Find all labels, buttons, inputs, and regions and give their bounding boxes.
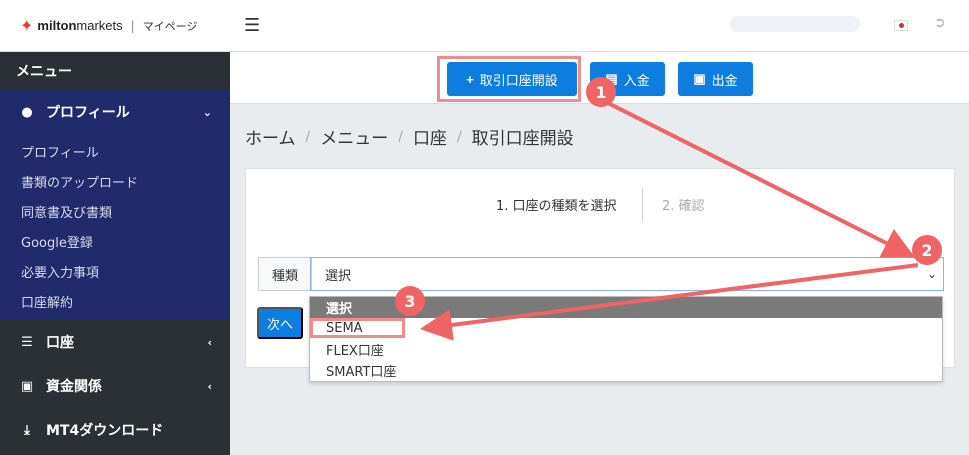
japan-flag-icon[interactable] (894, 20, 908, 31)
step-2: 2. 確認 (662, 199, 705, 214)
submenu-item-close-account[interactable]: 口座解約 (0, 286, 230, 316)
logo-subtitle: マイページ (142, 19, 198, 33)
hamburger-icon[interactable]: ☰ (244, 15, 260, 36)
sidebar-item-label: プロフィール (46, 105, 130, 121)
milton-logo-icon: ✦ (20, 16, 34, 35)
user-name-blurred (730, 16, 860, 32)
step-1: 1. 口座の種類を選択 (496, 199, 617, 214)
sidebar-item-label: 口座 (46, 335, 74, 351)
user-icon: ● (21, 104, 33, 120)
type-label: 種類 (258, 257, 312, 291)
menu-header: メニュー (16, 64, 72, 80)
withdraw-label: 出金 (711, 72, 738, 88)
breadcrumb-account[interactable]: 口座 (413, 124, 447, 149)
highlight-sema (310, 318, 405, 338)
option-smart[interactable]: SMART口座 (310, 360, 942, 381)
brand-logo[interactable]: miltonmarkets (37, 18, 122, 33)
submenu-item-profile[interactable]: プロフィール (0, 136, 230, 166)
list-icon: ☰ (21, 334, 33, 350)
chevron-down-icon: ⌄ (926, 267, 937, 281)
download-icon: ⤓ (24, 422, 30, 438)
submenu-item-upload[interactable]: 書類のアップロード (0, 166, 230, 196)
breadcrumb-menu[interactable]: メニュー (320, 124, 388, 149)
sidebar-item-mt4[interactable]: ⤓ MT4ダウンロード (0, 408, 230, 452)
logout-icon[interactable]: ➲ (934, 15, 946, 31)
annotation-badge-3: 3 (395, 286, 425, 316)
sidebar-item-account[interactable]: ☰ 口座 ‹ (0, 320, 230, 364)
submenu-item-required[interactable]: 必要入力事項 (0, 256, 230, 286)
highlight-open-account (437, 56, 581, 102)
submenu-item-google[interactable]: Google登録 (0, 226, 230, 256)
select-value: 選択 (325, 268, 352, 284)
sidebar-item-label: MT4ダウンロード (46, 423, 164, 439)
chevron-down-icon: ⌄ (202, 105, 212, 119)
annotation-badge-2: 2 (912, 235, 942, 265)
chevron-left-icon: ‹ (207, 335, 212, 349)
deposit-label: 入金 (623, 72, 650, 88)
sidebar: ✦ miltonmarkets | マイページ メニュー ● プロフィール ⌄ … (0, 0, 230, 455)
top-bar: ☰ ➲ (230, 0, 969, 52)
breadcrumb-current: 取引口座開設 (471, 129, 574, 149)
submenu-item-agreements[interactable]: 同意書及び書類 (0, 196, 230, 226)
sidebar-item-profile[interactable]: ● プロフィール ⌄ (0, 90, 230, 134)
withdraw-button[interactable]: ▣ 出金 (678, 62, 753, 96)
option-flex[interactable]: FLEX口座 (310, 339, 942, 360)
annotation-badge-1: 1 (586, 77, 616, 107)
breadcrumb-home[interactable]: ホーム (245, 124, 296, 149)
wallet-icon: ▣ (693, 71, 706, 86)
logo-separator: | (130, 18, 135, 33)
profile-submenu: プロフィール 書類のアップロード 同意書及び書類 Google登録 必要入力事項… (0, 134, 230, 320)
chevron-left-icon: ‹ (207, 379, 212, 393)
breadcrumb: ホーム / メニュー / 口座 / 取引口座開設 (245, 124, 574, 150)
sidebar-item-label: 資金関係 (46, 379, 102, 395)
sidebar-item-funds[interactable]: ▣ 資金関係 ‹ (0, 364, 230, 408)
wallet-icon: ▣ (20, 378, 34, 394)
next-button[interactable]: 次へ (257, 307, 303, 339)
logo-bar: ✦ miltonmarkets | マイページ (0, 0, 230, 52)
steps: 1. 口座の種類を選択 2. 確認 (246, 189, 954, 221)
